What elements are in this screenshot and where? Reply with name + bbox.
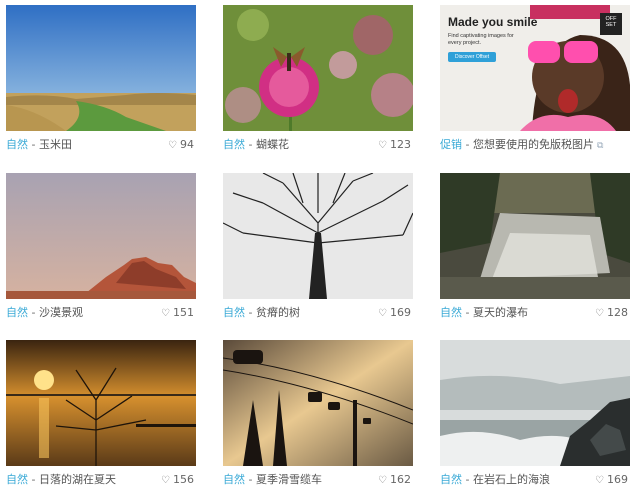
separator: - — [245, 306, 256, 319]
caption: 自然 - 夏天的瀑布 ♡ 128 — [440, 305, 630, 321]
separator: - — [245, 473, 256, 486]
heart-icon: ♡ — [378, 308, 387, 319]
heart-icon: ♡ — [378, 475, 387, 486]
category-link[interactable]: 自然 — [223, 473, 245, 486]
like-counter[interactable]: ♡ 94 — [168, 137, 194, 154]
thumbnail-cornfield[interactable] — [6, 5, 196, 131]
like-counter[interactable]: ♡ 156 — [161, 472, 194, 489]
image-title[interactable]: 蝴蝶花 — [256, 138, 289, 151]
heart-icon: ♡ — [161, 308, 170, 319]
category-link[interactable]: 自然 — [223, 306, 245, 319]
like-count: 128 — [607, 306, 628, 319]
image-title[interactable]: 贫瘠的树 — [256, 306, 300, 319]
heart-icon: ♡ — [168, 140, 177, 151]
ad-banner[interactable]: Made you smile Find captivating images f… — [440, 5, 630, 131]
thumbnail-sunset-lake[interactable] — [6, 340, 196, 466]
image-title[interactable]: 沙漠景观 — [39, 306, 83, 319]
category-link[interactable]: 自然 — [440, 473, 462, 486]
category-link[interactable]: 促销 — [440, 138, 462, 151]
like-count: 94 — [180, 138, 194, 151]
caption: 自然 - 日落的湖在夏天 ♡ 156 — [6, 472, 196, 488]
like-count: 151 — [173, 306, 194, 319]
category-link[interactable]: 自然 — [6, 473, 28, 486]
like-count: 156 — [173, 473, 194, 486]
separator: - — [28, 306, 39, 319]
thumbnail-ski-lift[interactable] — [223, 340, 413, 466]
category-link[interactable]: 自然 — [440, 306, 462, 319]
ad-headline: Made you smile — [448, 15, 538, 29]
like-count: 169 — [390, 306, 411, 319]
image-title[interactable]: 日落的湖在夏天 — [39, 473, 116, 486]
ad-subtext: Find captivating images for every projec… — [448, 33, 514, 46]
like-counter[interactable]: ♡ 128 — [595, 305, 628, 322]
separator: - — [462, 138, 473, 151]
heart-icon: ♡ — [595, 308, 604, 319]
category-link[interactable]: 自然 — [6, 138, 28, 151]
separator: - — [28, 138, 39, 151]
like-counter[interactable]: ♡ 169 — [378, 305, 411, 322]
ad-copy: Made you smile Find captivating images f… — [448, 15, 537, 62]
caption: 自然 - 夏季滑雪缆车 ♡ 162 — [223, 472, 413, 488]
external-link-icon[interactable]: ⧉ — [597, 141, 603, 151]
discover-offset-button[interactable]: Discover Offset — [448, 52, 497, 62]
caption: 自然 - 贫瘠的树 ♡ 169 — [223, 305, 413, 321]
like-counter[interactable]: ♡ 123 — [378, 137, 411, 154]
thumbnail-desert[interactable] — [6, 173, 196, 299]
like-count: 123 — [390, 138, 411, 151]
heart-icon: ♡ — [378, 140, 387, 151]
thumbnail-waves[interactable] — [440, 340, 630, 466]
category-link[interactable]: 自然 — [223, 138, 245, 151]
like-count: 162 — [390, 473, 411, 486]
like-counter[interactable]: ♡ 169 — [595, 472, 628, 489]
separator: - — [28, 473, 39, 486]
thumbnail-butterfly[interactable] — [223, 5, 413, 131]
thumbnail-waterfall[interactable] — [440, 173, 630, 299]
category-link[interactable]: 自然 — [6, 306, 28, 319]
image-title[interactable]: 玉米田 — [39, 138, 72, 151]
separator: - — [462, 473, 473, 486]
image-title[interactable]: 您想要使用的免版税图片 — [473, 138, 594, 151]
separator: - — [462, 306, 473, 319]
heart-icon: ♡ — [595, 475, 604, 486]
caption: 自然 - 蝴蝶花 ♡ 123 — [223, 137, 413, 153]
like-count: 169 — [607, 473, 628, 486]
offset-logo: OFF SET — [600, 13, 622, 35]
like-counter[interactable]: ♡ 162 — [378, 472, 411, 489]
image-title[interactable]: 夏季滑雪缆车 — [256, 473, 322, 486]
caption: 促销 - 您想要使用的免版税图片 ⧉ — [440, 137, 630, 153]
separator: - — [245, 138, 256, 151]
thumbnail-barren-tree[interactable] — [223, 173, 413, 299]
caption: 自然 - 沙漠景观 ♡ 151 — [6, 305, 196, 321]
caption: 自然 - 玉米田 ♡ 94 — [6, 137, 196, 153]
like-counter[interactable]: ♡ 151 — [161, 305, 194, 322]
image-title[interactable]: 在岩石上的海浪 — [473, 473, 550, 486]
image-title[interactable]: 夏天的瀑布 — [473, 306, 528, 319]
heart-icon: ♡ — [161, 475, 170, 486]
caption: 自然 - 在岩石上的海浪 ♡ 169 — [440, 472, 630, 488]
